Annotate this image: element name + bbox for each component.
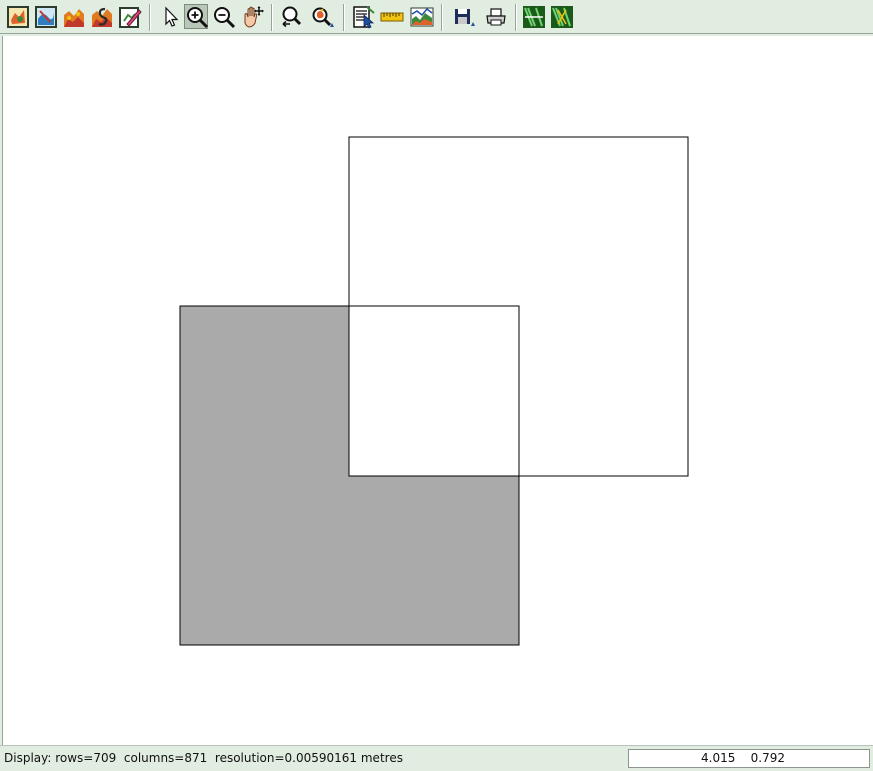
toolbar-separator: [271, 4, 273, 31]
zoom-back-icon[interactable]: [280, 5, 304, 29]
coordinates-readout: 4.015 0.792: [628, 749, 870, 768]
profile-icon[interactable]: [410, 5, 434, 29]
zoom-in-icon[interactable]: [184, 4, 209, 29]
display-info-text: Display: rows=709 columns=871 resolution…: [4, 751, 403, 765]
pointer-icon[interactable]: [158, 5, 182, 29]
query-icon[interactable]: [352, 5, 376, 29]
overlap-square: [348, 305, 520, 477]
toolbar-separator: [343, 4, 345, 31]
zoom-menu-icon[interactable]: [310, 5, 334, 29]
toolbar-separator: [149, 4, 151, 31]
save-icon[interactable]: [452, 5, 476, 29]
display-map-icon[interactable]: [6, 5, 30, 29]
toolbar-separator: [515, 4, 517, 31]
erase-display-icon[interactable]: [118, 5, 142, 29]
measure-icon[interactable]: [380, 5, 404, 29]
map-graphic: [179, 136, 689, 646]
map-display-canvas[interactable]: [2, 36, 873, 745]
pan-icon[interactable]: [240, 5, 264, 29]
analysis-2-icon[interactable]: [550, 5, 574, 29]
raster-map-icon[interactable]: [62, 5, 86, 29]
status-bar: Display: rows=709 columns=871 resolution…: [0, 745, 873, 771]
zoom-out-icon[interactable]: [212, 5, 236, 29]
analysis-1-icon[interactable]: [522, 5, 546, 29]
toolbar: [0, 0, 873, 34]
toolbar-separator: [441, 4, 443, 31]
print-icon[interactable]: [484, 5, 508, 29]
overlay-map-icon[interactable]: [34, 5, 58, 29]
vector-map-icon[interactable]: [90, 5, 114, 29]
